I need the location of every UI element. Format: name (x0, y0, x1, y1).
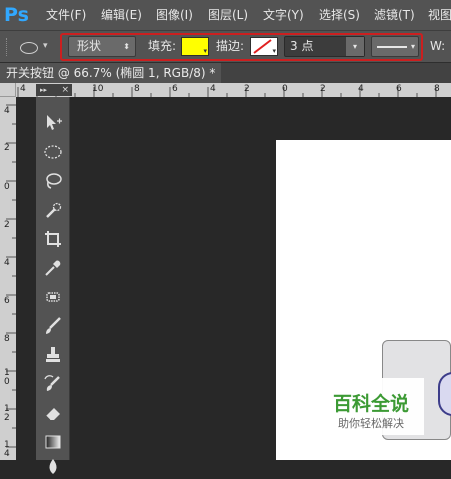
chevron-down-icon: ▾ (272, 47, 276, 55)
stroke-line-preview (377, 46, 407, 48)
fill-label: 填充: (148, 39, 177, 53)
ruler-top-label: 4 (358, 84, 364, 94)
watermark-subtitle: 助你轻松解决 (338, 417, 404, 430)
ruler-left-label: 1 4 (4, 440, 10, 459)
ruler-top[interactable] (16, 83, 451, 97)
menu-view[interactable]: 视图 (428, 0, 451, 30)
ruler-top-label: 4 (210, 84, 216, 94)
tool-mode-value: 形状 (77, 39, 102, 53)
stroke-color-swatch[interactable]: ▾ (250, 37, 278, 56)
stroke-width-field[interactable]: 3 点 ▾ (284, 36, 365, 57)
ruler-top-label: 2 (320, 84, 326, 94)
stroke-width-value: 3 点 (290, 39, 314, 53)
eyedropper-icon[interactable] (39, 256, 67, 280)
menu-select[interactable]: 选择(S) (319, 0, 360, 30)
ruler-top-label: 6 (172, 84, 178, 94)
move-tool-icon[interactable] (39, 111, 67, 135)
eraser-icon[interactable] (39, 401, 67, 425)
photoshop-logo: Ps (4, 4, 29, 26)
switch-knob-shape (438, 372, 451, 416)
toolbox-panel (36, 97, 70, 474)
ruler-top-label: 8 (134, 84, 140, 94)
ruler-left-label: 4 (4, 258, 10, 268)
tool-preset-picker[interactable]: ▾ (14, 37, 56, 57)
stroke-label: 描边: (216, 39, 245, 53)
healing-brush-icon[interactable] (39, 285, 67, 309)
ruler-left-label: 4 (4, 106, 10, 116)
crop-icon[interactable] (39, 227, 67, 251)
menu-image[interactable]: 图像(I) (156, 0, 193, 30)
ruler-top-label: 2 (244, 84, 250, 94)
expand-arrows-icon[interactable]: ▸▸ (40, 84, 47, 96)
ruler-left-label: 1 0 (4, 368, 10, 387)
ruler-left-label: 0 (4, 182, 10, 192)
chevron-down-icon: ▾ (410, 42, 415, 51)
menu-edit[interactable]: 编辑(E) (101, 0, 142, 30)
watermark-title: 百科全说 (332, 393, 409, 415)
ruler-top-label: 10 (92, 84, 104, 94)
ruler-top-label: 8 (434, 84, 440, 94)
gradient-icon[interactable] (39, 430, 67, 454)
ruler-top-label: 6 (396, 84, 402, 94)
ruler-left-label: 6 (4, 296, 10, 306)
ruler-left-label: 8 (4, 334, 10, 344)
ellipse-tool-icon (20, 42, 38, 54)
document-tab[interactable]: 开关按钮 @ 66.7% (椭圆 1, RGB/8) * (0, 63, 222, 83)
tool-mode-select[interactable]: 形状 ⬍ (68, 36, 136, 57)
menu-layer[interactable]: 图层(L) (208, 0, 248, 30)
close-icon[interactable]: × (61, 84, 69, 96)
updown-arrow-icon: ⬍ (123, 42, 130, 51)
ruler-left-label: 2 (4, 220, 10, 230)
menu-filter[interactable]: 滤镜(T) (374, 0, 415, 30)
ruler-origin[interactable] (0, 83, 16, 97)
menu-file[interactable]: 文件(F) (46, 0, 86, 30)
toolbox-header[interactable]: ▸▸ × (36, 84, 72, 96)
brush-icon[interactable] (39, 314, 67, 338)
width-label: W: (430, 39, 446, 53)
chevron-down-icon: ▾ (203, 47, 207, 55)
ruler-left-label: 1 2 (4, 404, 10, 423)
quick-selection-icon[interactable] (39, 198, 67, 222)
chevron-down-icon[interactable]: ▾ (346, 37, 364, 56)
ruler-left-label: 2 (4, 143, 10, 153)
menu-type[interactable]: 文字(Y) (263, 0, 304, 30)
ruler-top-ticks (17, 87, 437, 97)
stroke-type-select[interactable]: ▾ (371, 36, 419, 57)
fill-color-swatch[interactable]: ▾ (181, 37, 209, 56)
chevron-down-icon: ▾ (43, 41, 48, 51)
ruler-top-label: 0 (282, 84, 288, 94)
clone-stamp-icon[interactable] (39, 343, 67, 367)
options-bar-grip[interactable] (6, 38, 10, 56)
ruler-top-label: 4 (20, 84, 26, 94)
blur-icon[interactable] (39, 455, 67, 479)
lasso-icon[interactable] (39, 169, 67, 193)
history-brush-icon[interactable] (39, 372, 67, 396)
elliptical-marquee-icon[interactable] (39, 140, 67, 164)
